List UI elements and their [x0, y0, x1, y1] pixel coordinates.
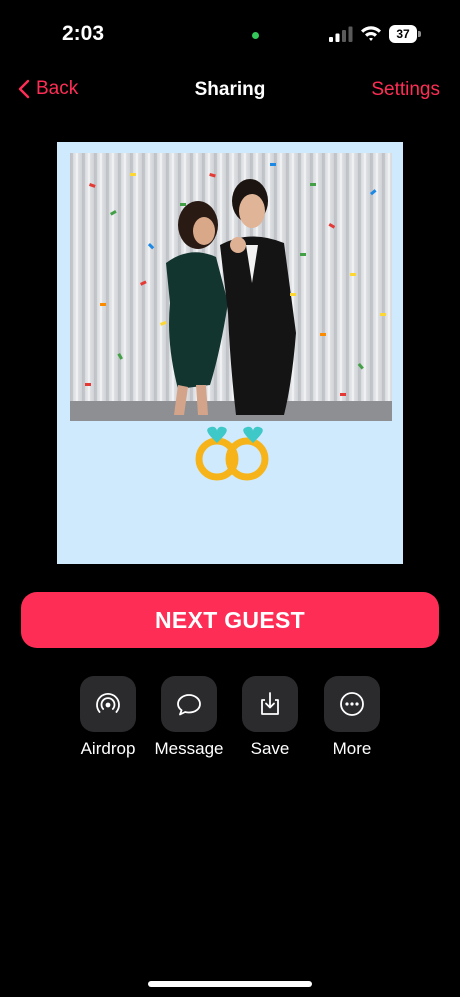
save-tile[interactable] — [242, 676, 298, 732]
message-label: Message — [154, 739, 224, 758]
airdrop-icon — [96, 693, 120, 713]
airdrop-tile[interactable] — [80, 676, 136, 732]
share-actions: Airdrop Message Save More — [72, 676, 392, 766]
wifi-icon — [361, 26, 381, 41]
wedding-rings-icon — [195, 426, 269, 481]
battery-indicator: 37 — [389, 25, 421, 43]
next-guest-button[interactable]: NEXT GUEST — [21, 592, 439, 648]
message-button[interactable]: Message — [143, 676, 235, 759]
more-tile[interactable] — [324, 676, 380, 732]
camera-indicator-dot — [252, 32, 259, 39]
home-indicator[interactable] — [148, 981, 312, 987]
save-label: Save — [250, 739, 290, 758]
more-label: More — [332, 739, 372, 758]
airdrop-label: Airdrop — [80, 739, 136, 758]
status-time: 2:03 — [62, 22, 105, 45]
settings-button[interactable]: Settings — [371, 79, 440, 101]
battery-tip — [418, 31, 421, 37]
save-icon — [261, 692, 279, 715]
cellular-signal-icon — [329, 26, 353, 42]
battery-level: 37 — [389, 25, 417, 43]
more-icon — [340, 692, 364, 716]
more-button[interactable]: More — [306, 676, 398, 759]
airdrop-button[interactable]: Airdrop — [62, 676, 154, 759]
message-tile[interactable] — [161, 676, 217, 732]
photo-card — [57, 142, 403, 564]
message-icon — [177, 694, 201, 716]
save-button[interactable]: Save — [224, 676, 316, 759]
event-photo — [70, 153, 392, 421]
